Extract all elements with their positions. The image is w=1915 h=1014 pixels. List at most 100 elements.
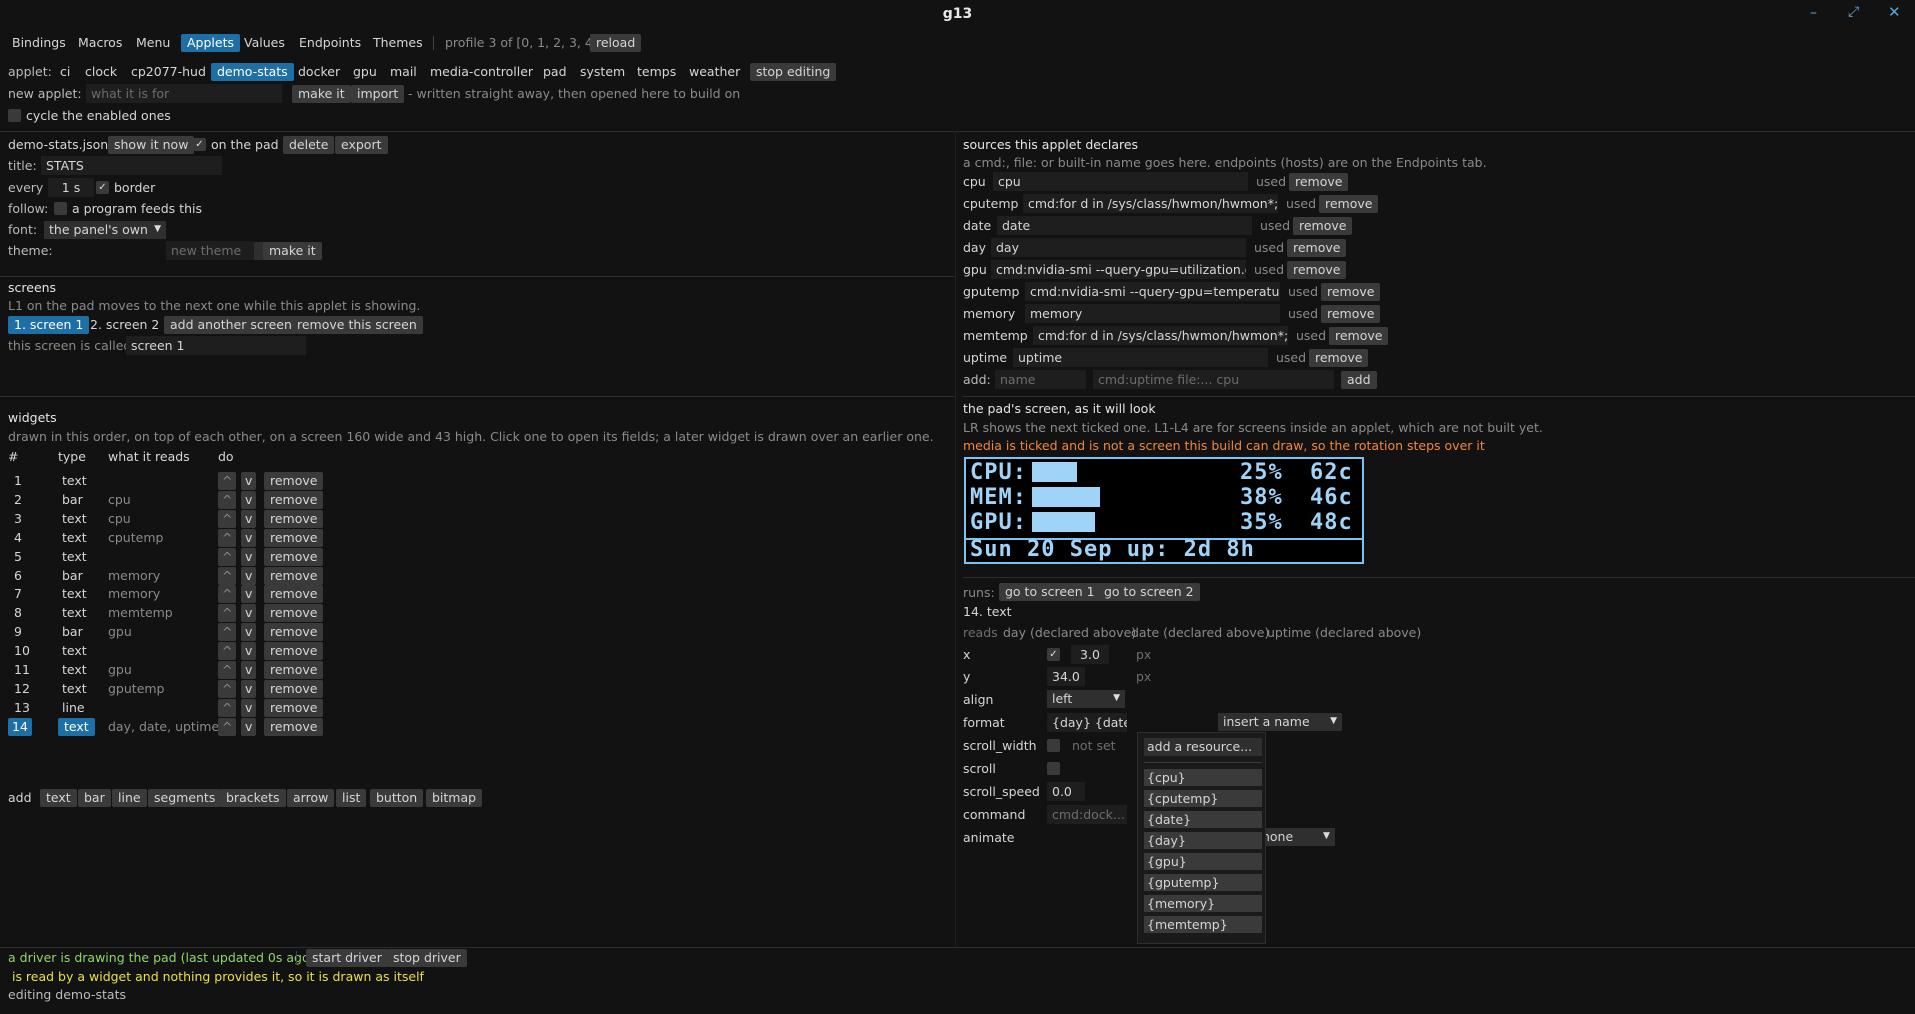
source-value-input[interactable]: cmd:uptime file:... cpu — [1093, 370, 1334, 389]
move-up-button[interactable]: ^ — [218, 528, 237, 547]
make-theme-button[interactable]: make it — [263, 242, 322, 260]
start-driver-button[interactable]: start driver — [306, 949, 388, 967]
go-screen-1-button[interactable]: go to screen 1 — [999, 583, 1101, 601]
source-value-input[interactable]: cmd:for d in /sys/class/hwmon/hwmon*; do — [1033, 326, 1288, 345]
remove-source-button[interactable]: remove — [1319, 195, 1379, 213]
menu-item[interactable]: {cpu} — [1144, 769, 1262, 786]
add-line-button[interactable]: line — [112, 789, 147, 807]
add-segments-button[interactable]: segments — [148, 789, 222, 807]
cycle-checkbox[interactable] — [8, 109, 21, 122]
applet-media-controller[interactable]: media-controller — [430, 64, 533, 79]
table-row[interactable]: 2 bar cpu ^ v remove — [8, 490, 328, 510]
applet-mail[interactable]: mail — [390, 64, 417, 79]
format-input[interactable]: {day} {date} u — [1047, 713, 1127, 732]
source-name-input[interactable]: name — [995, 370, 1086, 389]
export-button[interactable]: export — [335, 136, 388, 154]
table-row[interactable]: 13 line ^ v remove — [8, 698, 328, 718]
follow-checkbox[interactable] — [54, 202, 67, 215]
move-up-button[interactable]: ^ — [218, 490, 237, 509]
table-row[interactable]: 14 text day, date, uptime ^ v remove — [8, 717, 328, 737]
tab-bindings[interactable]: Bindings — [12, 35, 66, 50]
remove-widget-button[interactable]: remove — [264, 547, 324, 566]
animate-select[interactable]: none ▼ — [1256, 828, 1335, 846]
x-checkbox[interactable]: ✓ — [1047, 648, 1060, 661]
add-bar-button[interactable]: bar — [78, 789, 111, 807]
scroll-width-checkbox[interactable] — [1047, 739, 1060, 752]
table-row[interactable]: 5 text ^ v remove — [8, 547, 328, 567]
applet-demo-stats[interactable]: demo-stats — [211, 63, 294, 81]
move-up-button[interactable]: ^ — [218, 642, 237, 661]
scroll-checkbox[interactable] — [1047, 762, 1060, 775]
remove-widget-button[interactable]: remove — [264, 717, 324, 736]
maximize-icon[interactable]: ⤢ — [1848, 4, 1859, 20]
remove-source-button[interactable]: remove — [1309, 349, 1369, 367]
source-value-input[interactable]: uptime — [1013, 348, 1268, 367]
menu-item[interactable]: {gpu} — [1144, 853, 1262, 870]
menu-item[interactable]: {gputemp} — [1144, 874, 1262, 891]
move-up-button[interactable]: ^ — [218, 698, 237, 717]
move-up-button[interactable]: ^ — [218, 547, 237, 566]
y-input[interactable]: 34.0 — [1047, 667, 1085, 686]
table-row[interactable]: 10 text ^ v remove — [8, 642, 328, 661]
source-value-input[interactable]: date — [997, 216, 1252, 235]
remove-source-button[interactable]: remove — [1287, 239, 1347, 257]
remove-source-button[interactable]: remove — [1321, 305, 1381, 323]
move-down-button[interactable]: v — [241, 717, 257, 736]
move-up-button[interactable]: ^ — [218, 623, 237, 642]
minimize-icon[interactable]: – — [1810, 5, 1817, 21]
add-arrow-button[interactable]: arrow — [287, 789, 335, 807]
font-select[interactable]: the panel's own ▼ — [44, 221, 166, 239]
remove-source-button[interactable]: remove — [1321, 283, 1381, 301]
menu-item[interactable]: {cputemp} — [1144, 790, 1262, 807]
move-up-button[interactable]: ^ — [218, 717, 237, 736]
table-row[interactable]: 1 text ^ v remove — [8, 472, 328, 491]
add-list-button[interactable]: list — [336, 789, 367, 807]
menu-item[interactable]: {memtemp} — [1144, 916, 1262, 933]
applet-system[interactable]: system — [580, 64, 625, 79]
table-row[interactable]: 9 bar gpu ^ v remove — [8, 623, 328, 642]
table-row[interactable]: 11 text gpu ^ v remove — [8, 661, 328, 680]
new-theme-input[interactable]: new theme — [166, 241, 254, 260]
tab-screen-1[interactable]: 1. screen 1 — [8, 316, 90, 334]
stop-driver-button[interactable]: stop driver — [387, 949, 467, 967]
interval-input[interactable]: 1 s — [48, 178, 94, 197]
move-down-button[interactable]: v — [241, 547, 257, 566]
menu-item[interactable]: {date} — [1144, 811, 1262, 828]
new-applet-input[interactable]: what it is for — [86, 84, 282, 103]
remove-screen-button[interactable]: remove this screen — [291, 316, 423, 334]
remove-widget-button[interactable]: remove — [264, 585, 324, 604]
table-row[interactable]: 6 bar memory ^ v remove — [8, 566, 328, 586]
go-screen-2-button[interactable]: go to screen 2 — [1098, 583, 1200, 601]
add-resource-item[interactable]: add a resource... — [1144, 738, 1262, 756]
remove-source-button[interactable]: remove — [1289, 173, 1349, 191]
applet-gpu[interactable]: gpu — [353, 64, 377, 79]
move-down-button[interactable]: v — [241, 509, 257, 528]
remove-widget-button[interactable]: remove — [264, 509, 324, 528]
move-down-button[interactable]: v — [241, 661, 257, 679]
source-value-input[interactable]: memory — [1025, 304, 1280, 323]
tab-endpoints[interactable]: Endpoints — [299, 35, 361, 50]
remove-source-button[interactable]: remove — [1293, 217, 1353, 235]
add-brackets-button[interactable]: brackets — [220, 789, 286, 807]
move-down-button[interactable]: v — [241, 490, 257, 509]
move-down-button[interactable]: v — [241, 566, 257, 585]
add-button-button[interactable]: button — [370, 789, 424, 807]
tab-screen-2[interactable]: 2. screen 2 — [90, 317, 159, 332]
table-row[interactable]: 4 text cputemp ^ v remove — [8, 528, 328, 548]
remove-widget-button[interactable]: remove — [264, 679, 324, 698]
move-down-button[interactable]: v — [241, 472, 257, 490]
move-down-button[interactable]: v — [241, 585, 257, 604]
remove-widget-button[interactable]: remove — [264, 623, 324, 642]
applet-clock[interactable]: clock — [85, 64, 117, 79]
make-applet-button[interactable]: make it — [292, 85, 351, 103]
table-row[interactable]: 8 text memtemp ^ v remove — [8, 604, 328, 623]
source-value-input[interactable]: cmd:for d in /sys/class/hwmon/hwmon*; do — [1023, 194, 1278, 213]
remove-widget-button[interactable]: remove — [264, 472, 324, 490]
move-up-button[interactable]: ^ — [218, 585, 237, 604]
delete-button[interactable]: delete — [283, 136, 335, 154]
menu-item[interactable]: {day} — [1144, 832, 1262, 849]
move-up-button[interactable]: ^ — [218, 509, 237, 528]
move-down-button[interactable]: v — [241, 642, 257, 661]
close-icon[interactable]: ✕ — [1888, 3, 1901, 21]
source-value-input[interactable]: cmd:nvidia-smi --query-gpu=utilization.g… — [991, 260, 1246, 279]
